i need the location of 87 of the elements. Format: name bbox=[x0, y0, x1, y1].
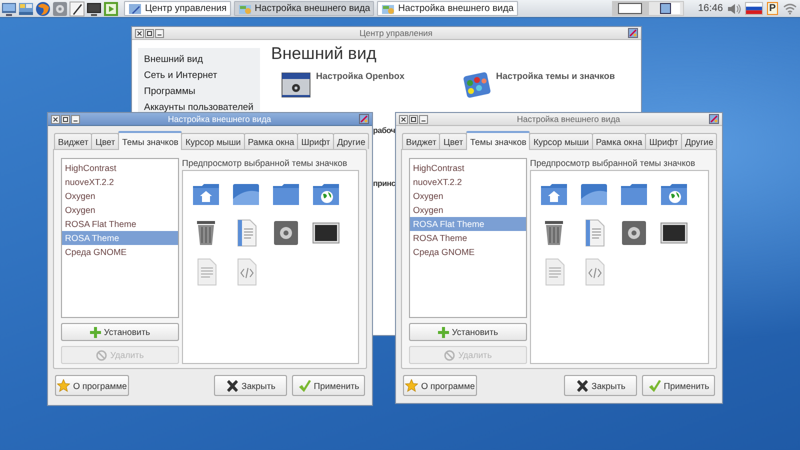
tab[interactable]: Курсор мыши bbox=[529, 133, 593, 149]
close-button[interactable]: Закрыть bbox=[564, 375, 637, 396]
list-item[interactable]: HighContrast bbox=[62, 161, 178, 175]
browser-icon[interactable] bbox=[35, 0, 51, 16]
flag-icon[interactable] bbox=[745, 2, 763, 15]
tab[interactable]: Виджет bbox=[402, 133, 440, 149]
tab[interactable]: Другие bbox=[333, 133, 370, 149]
window-title: Настройка внешнего вида bbox=[166, 114, 272, 124]
sidebar-item[interactable]: Программы bbox=[144, 84, 254, 100]
about-button[interactable]: О программе bbox=[403, 375, 477, 396]
app-link[interactable]: Настройка темы и значков bbox=[496, 70, 615, 81]
tab[interactable]: Шрифт bbox=[645, 133, 682, 149]
check-icon bbox=[648, 380, 661, 392]
tab[interactable]: Рамка окна bbox=[244, 133, 298, 149]
list-item[interactable]: HighContrast bbox=[410, 161, 526, 175]
tab[interactable]: Цвет bbox=[91, 133, 120, 149]
tab[interactable]: Цвет bbox=[439, 133, 468, 149]
list-item[interactable]: Oxygen bbox=[410, 189, 526, 203]
monitor-icon[interactable] bbox=[86, 0, 102, 16]
app-icon bbox=[359, 114, 369, 124]
close-button[interactable] bbox=[51, 114, 60, 124]
app-link[interactable]: принс bbox=[373, 179, 396, 188]
list-item[interactable]: nuoveXT.2.2 bbox=[62, 175, 178, 189]
tab[interactable]: Темы значков bbox=[118, 131, 182, 150]
tab[interactable]: Виджет bbox=[54, 133, 92, 149]
list-item[interactable]: Oxygen bbox=[410, 203, 526, 217]
list-item[interactable]: ROSA Theme bbox=[410, 231, 526, 245]
screen-icon[interactable] bbox=[1, 0, 17, 16]
minimize-button[interactable] bbox=[155, 28, 164, 38]
section-label: Предпросмотр выбранной темы значков bbox=[530, 158, 696, 170]
window-title: Настройка внешнего вида bbox=[516, 114, 622, 124]
window-title: Центр управления bbox=[358, 28, 434, 38]
wifi-icon[interactable] bbox=[783, 2, 797, 14]
apply-button[interactable]: Применить bbox=[292, 375, 365, 396]
x-icon bbox=[576, 380, 589, 392]
app-icon bbox=[709, 114, 719, 124]
clock[interactable]: 16:46 bbox=[698, 3, 723, 14]
app-link[interactable]: Настройка Openbox bbox=[316, 70, 404, 81]
install-button[interactable]: Установить bbox=[61, 323, 179, 342]
list-item[interactable]: nuoveXT.2.2 bbox=[410, 175, 526, 189]
picture-icon bbox=[238, 2, 252, 14]
close-button[interactable] bbox=[135, 28, 144, 38]
list-item[interactable]: Среда GNOME bbox=[62, 245, 178, 259]
x-icon bbox=[226, 380, 239, 392]
check-icon bbox=[298, 380, 311, 392]
section-label: Предпросмотр выбранной темы значков bbox=[182, 158, 348, 170]
layout-indicator[interactable]: P bbox=[767, 2, 778, 15]
maximize-button[interactable] bbox=[145, 28, 154, 38]
sidebar-item[interactable]: Аккаунты пользователей bbox=[144, 100, 254, 116]
plus-icon bbox=[90, 326, 101, 338]
page-heading: Внешний вид bbox=[271, 44, 378, 65]
list-item[interactable]: Oxygen bbox=[62, 189, 178, 203]
install-button[interactable]: Установить bbox=[409, 323, 527, 342]
desktop-icon[interactable] bbox=[18, 0, 34, 16]
app-icon bbox=[628, 28, 638, 38]
app-link[interactable]: рабоч bbox=[373, 126, 396, 135]
maximize-button[interactable] bbox=[409, 114, 418, 124]
prohibited-icon bbox=[444, 350, 456, 361]
tab[interactable]: Рамка окна bbox=[592, 133, 646, 149]
task-button[interactable]: Настройка внешнего вида bbox=[377, 1, 518, 16]
list-item[interactable]: ROSA Flat Theme bbox=[62, 217, 178, 231]
workspace-button[interactable] bbox=[648, 1, 684, 16]
list-item[interactable]: Oxygen bbox=[62, 203, 178, 217]
star-icon bbox=[57, 379, 70, 392]
prohibited-icon bbox=[96, 350, 108, 361]
picture-icon bbox=[381, 2, 396, 14]
about-button[interactable]: О программе bbox=[55, 375, 129, 396]
tab[interactable]: Шрифт bbox=[297, 133, 334, 149]
tab[interactable]: Курсор мыши bbox=[181, 133, 245, 149]
close-button[interactable]: Закрыть bbox=[214, 375, 287, 396]
task-button[interactable]: Настройка внешнего вида bbox=[234, 1, 374, 16]
tab[interactable]: Темы значков bbox=[466, 131, 530, 150]
maximize-button[interactable] bbox=[61, 114, 70, 124]
sidebar-item[interactable]: Внешний вид bbox=[144, 52, 254, 68]
list-item[interactable]: Среда GNOME bbox=[410, 245, 526, 259]
minimize-button[interactable] bbox=[71, 114, 80, 124]
apply-button[interactable]: Применить bbox=[642, 375, 715, 396]
task-button[interactable]: Центр управления bbox=[124, 1, 231, 16]
sidebar-item[interactable]: Сеть и Интернет bbox=[144, 68, 254, 84]
speaker-icon[interactable] bbox=[727, 2, 741, 14]
star-icon bbox=[405, 379, 418, 392]
pen-icon[interactable] bbox=[69, 0, 85, 16]
window-gear-icon[interactable] bbox=[281, 70, 311, 100]
tab[interactable]: Другие bbox=[681, 133, 718, 149]
minimize-button[interactable] bbox=[419, 114, 428, 124]
close-button[interactable] bbox=[399, 114, 408, 124]
plus-icon bbox=[438, 326, 449, 338]
